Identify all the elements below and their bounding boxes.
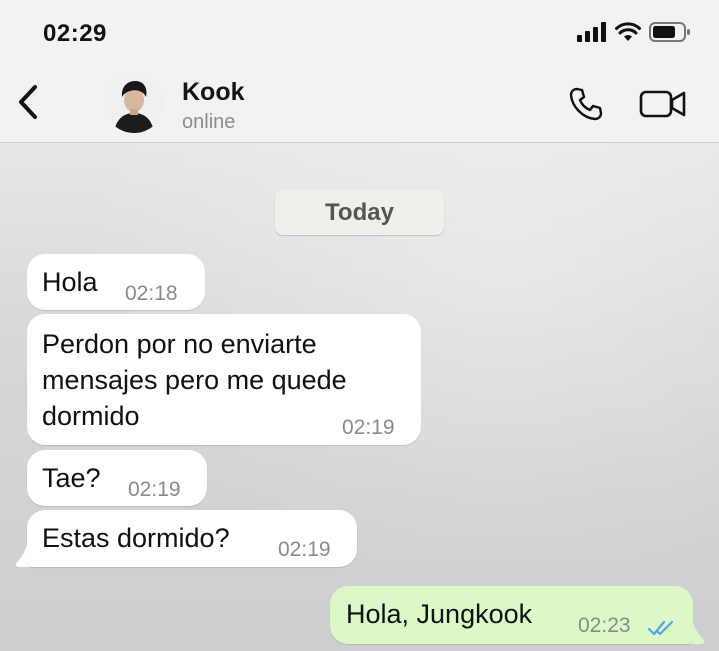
wifi-icon xyxy=(615,22,641,47)
message-time: 02:23 xyxy=(578,614,631,637)
outgoing-message[interactable]: Hola, Jungkook 02:23 xyxy=(330,586,693,644)
message-time: 02:19 xyxy=(128,478,181,501)
status-time: 02:29 xyxy=(43,20,107,47)
contact-name[interactable]: Kook xyxy=(182,78,245,107)
status-bar: 02:29 xyxy=(0,0,719,68)
incoming-message[interactable]: Perdon por no enviarte mensajes pero me … xyxy=(27,314,421,445)
message-text: mensajes pero me quede xyxy=(42,365,347,395)
chevron-left-icon xyxy=(17,84,39,125)
phone-icon xyxy=(568,86,604,127)
chat-screen: 02:29 Kook online Today Hola 02:18 Perdo… xyxy=(0,0,719,651)
date-separator: Today xyxy=(275,190,444,235)
contact-status: online xyxy=(182,111,236,133)
message-text: Tae? xyxy=(42,463,101,493)
message-text: dormido xyxy=(42,401,140,431)
video-camera-icon xyxy=(639,89,687,124)
message-time: 02:19 xyxy=(342,416,395,439)
voice-call-button[interactable] xyxy=(564,84,608,128)
contact-avatar[interactable] xyxy=(104,73,164,133)
signal-icon xyxy=(577,22,607,47)
video-call-button[interactable] xyxy=(638,86,688,126)
status-icons xyxy=(577,22,691,47)
incoming-message[interactable]: Estas dormido? 02:19 xyxy=(27,510,357,567)
back-button[interactable] xyxy=(12,84,44,124)
avatar-image xyxy=(104,73,164,133)
message-text: Perdon por no enviarte xyxy=(42,329,317,359)
incoming-message[interactable]: Tae? 02:19 xyxy=(27,450,207,506)
double-check-icon xyxy=(647,610,677,646)
chat-header: Kook online xyxy=(0,68,719,143)
message-text: Hola, Jungkook xyxy=(346,599,533,629)
message-time: 02:19 xyxy=(278,538,331,561)
message-time: 02:18 xyxy=(125,282,178,305)
message-text: Hola xyxy=(42,267,98,297)
battery-icon xyxy=(649,22,691,47)
message-text: Estas dormido? xyxy=(42,523,230,553)
incoming-message[interactable]: Hola 02:18 xyxy=(27,254,205,310)
message-list[interactable]: Today Hola 02:18 Perdon por no enviarte … xyxy=(0,143,719,651)
